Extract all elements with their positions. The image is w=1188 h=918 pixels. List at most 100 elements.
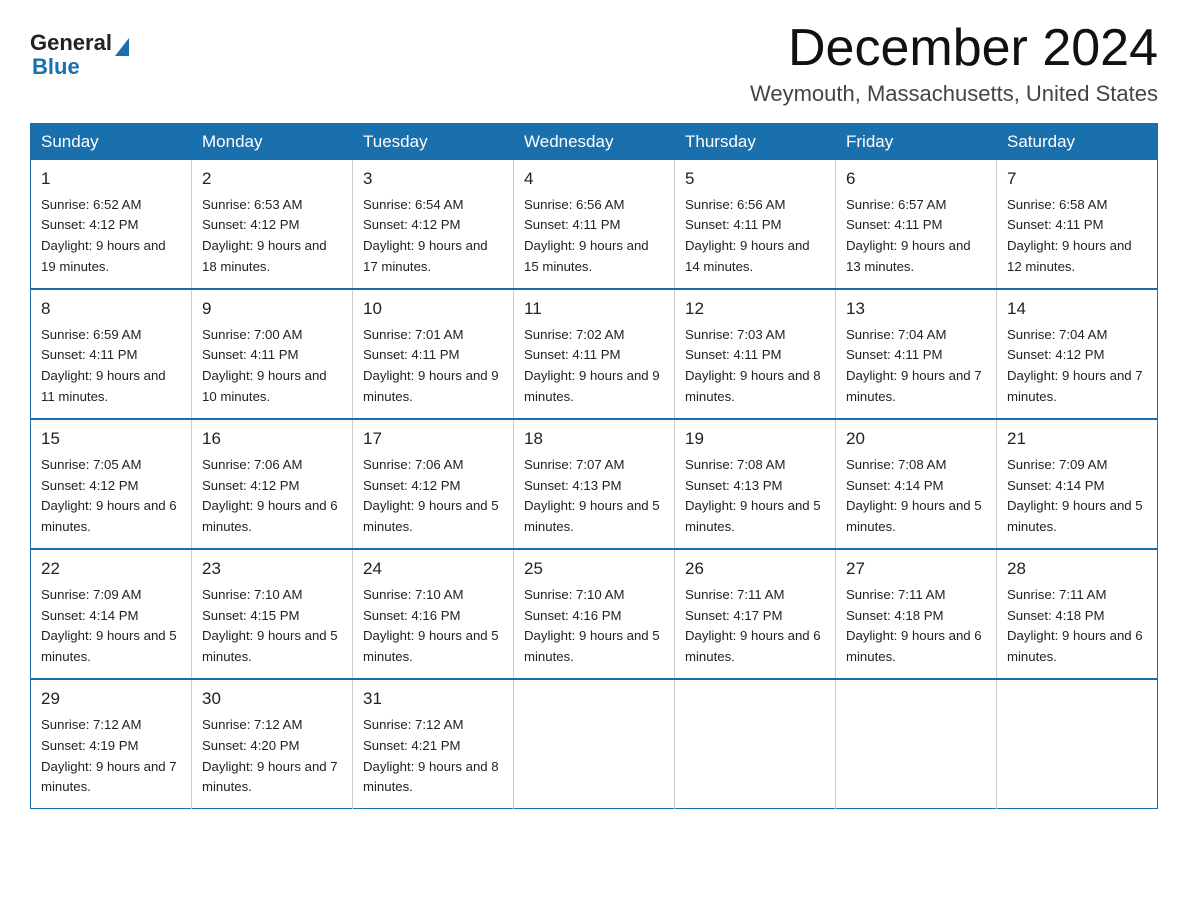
calendar-day-cell: 20 Sunrise: 7:08 AMSunset: 4:14 PMDayligh… [836,419,997,549]
day-info: Sunrise: 7:11 AMSunset: 4:17 PMDaylight:… [685,587,821,665]
calendar-day-cell: 9 Sunrise: 7:00 AMSunset: 4:11 PMDaylight… [192,289,353,419]
calendar-day-cell: 12 Sunrise: 7:03 AMSunset: 4:11 PMDayligh… [675,289,836,419]
day-info: Sunrise: 7:10 AMSunset: 4:15 PMDaylight:… [202,587,338,665]
day-number: 12 [685,296,825,322]
calendar-day-cell [836,679,997,809]
day-number: 25 [524,556,664,582]
day-number: 10 [363,296,503,322]
day-number: 24 [363,556,503,582]
calendar-header-sunday: Sunday [31,124,192,161]
calendar-day-cell [997,679,1158,809]
calendar-week-row: 22Sunrise: 7:09 AMSunset: 4:14 PMDayligh… [31,549,1158,679]
day-info: Sunrise: 7:04 AMSunset: 4:12 PMDaylight:… [1007,327,1143,405]
calendar-day-cell: 19 Sunrise: 7:08 AMSunset: 4:13 PMDayligh… [675,419,836,549]
day-info: Sunrise: 7:07 AMSunset: 4:13 PMDaylight:… [524,457,660,535]
calendar-day-cell: 18 Sunrise: 7:07 AMSunset: 4:13 PMDayligh… [514,419,675,549]
day-info: Sunrise: 6:54 AMSunset: 4:12 PMDaylight:… [363,197,488,275]
calendar-day-cell: 11 Sunrise: 7:02 AMSunset: 4:11 PMDayligh… [514,289,675,419]
logo-triangle-icon [115,38,129,56]
day-number: 11 [524,296,664,322]
main-title: December 2024 [750,20,1158,77]
day-info: Sunrise: 7:00 AMSunset: 4:11 PMDaylight:… [202,327,327,405]
calendar-header-tuesday: Tuesday [353,124,514,161]
day-number: 20 [846,426,986,452]
calendar-day-cell: 3 Sunrise: 6:54 AMSunset: 4:12 PMDaylight… [353,160,514,289]
calendar-day-cell: 22Sunrise: 7:09 AMSunset: 4:14 PMDayligh… [31,549,192,679]
day-number: 7 [1007,166,1147,192]
day-number: 31 [363,686,503,712]
day-info: Sunrise: 7:06 AMSunset: 4:12 PMDaylight:… [202,457,338,535]
calendar-day-cell: 25 Sunrise: 7:10 AMSunset: 4:16 PMDayligh… [514,549,675,679]
day-info: Sunrise: 6:56 AMSunset: 4:11 PMDaylight:… [685,197,810,275]
day-info: Sunrise: 7:09 AMSunset: 4:14 PMDaylight:… [1007,457,1143,535]
calendar-day-cell: 30 Sunrise: 7:12 AMSunset: 4:20 PMDayligh… [192,679,353,809]
calendar-week-row: 1Sunrise: 6:52 AMSunset: 4:12 PMDaylight… [31,160,1158,289]
calendar-week-row: 29Sunrise: 7:12 AMSunset: 4:19 PMDayligh… [31,679,1158,809]
day-info: Sunrise: 6:57 AMSunset: 4:11 PMDaylight:… [846,197,971,275]
day-number: 30 [202,686,342,712]
day-number: 22 [41,556,181,582]
day-number: 9 [202,296,342,322]
calendar-header-thursday: Thursday [675,124,836,161]
day-info: Sunrise: 7:02 AMSunset: 4:11 PMDaylight:… [524,327,660,405]
calendar-day-cell: 29Sunrise: 7:12 AMSunset: 4:19 PMDayligh… [31,679,192,809]
day-info: Sunrise: 7:05 AMSunset: 4:12 PMDaylight:… [41,457,177,535]
subtitle: Weymouth, Massachusetts, United States [750,81,1158,107]
day-number: 2 [202,166,342,192]
calendar-day-cell: 1Sunrise: 6:52 AMSunset: 4:12 PMDaylight… [31,160,192,289]
logo-general-text: General [30,30,112,56]
day-info: Sunrise: 7:11 AMSunset: 4:18 PMDaylight:… [846,587,982,665]
calendar-day-cell: 5 Sunrise: 6:56 AMSunset: 4:11 PMDaylight… [675,160,836,289]
calendar-day-cell: 26Sunrise: 7:11 AMSunset: 4:17 PMDayligh… [675,549,836,679]
day-info: Sunrise: 7:08 AMSunset: 4:13 PMDaylight:… [685,457,821,535]
calendar-day-cell: 27 Sunrise: 7:11 AMSunset: 4:18 PMDayligh… [836,549,997,679]
calendar-day-cell: 13 Sunrise: 7:04 AMSunset: 4:11 PMDayligh… [836,289,997,419]
day-info: Sunrise: 7:01 AMSunset: 4:11 PMDaylight:… [363,327,499,405]
calendar-day-cell: 16 Sunrise: 7:06 AMSunset: 4:12 PMDayligh… [192,419,353,549]
calendar-header-saturday: Saturday [997,124,1158,161]
day-info: Sunrise: 7:03 AMSunset: 4:11 PMDaylight:… [685,327,821,405]
day-info: Sunrise: 7:10 AMSunset: 4:16 PMDaylight:… [524,587,660,665]
day-number: 23 [202,556,342,582]
calendar-day-cell: 2Sunrise: 6:53 AMSunset: 4:12 PMDaylight… [192,160,353,289]
calendar-header-friday: Friday [836,124,997,161]
day-number: 8 [41,296,181,322]
day-number: 4 [524,166,664,192]
day-number: 28 [1007,556,1147,582]
calendar-day-cell [675,679,836,809]
day-number: 17 [363,426,503,452]
day-number: 15 [41,426,181,452]
calendar-day-cell: 23 Sunrise: 7:10 AMSunset: 4:15 PMDayligh… [192,549,353,679]
day-number: 16 [202,426,342,452]
day-info: Sunrise: 7:10 AMSunset: 4:16 PMDaylight:… [363,587,499,665]
calendar-table: SundayMondayTuesdayWednesdayThursdayFrid… [30,123,1158,809]
day-number: 18 [524,426,664,452]
logo-blue-text: Blue [32,54,80,80]
day-info: Sunrise: 7:06 AMSunset: 4:12 PMDaylight:… [363,457,499,535]
day-info: Sunrise: 6:56 AMSunset: 4:11 PMDaylight:… [524,197,649,275]
day-info: Sunrise: 6:58 AMSunset: 4:11 PMDaylight:… [1007,197,1132,275]
calendar-day-cell: 28Sunrise: 7:11 AMSunset: 4:18 PMDayligh… [997,549,1158,679]
calendar-day-cell [514,679,675,809]
calendar-header-row: SundayMondayTuesdayWednesdayThursdayFrid… [31,124,1158,161]
calendar-header-wednesday: Wednesday [514,124,675,161]
calendar-day-cell: 8Sunrise: 6:59 AMSunset: 4:11 PMDaylight… [31,289,192,419]
day-number: 1 [41,166,181,192]
day-number: 5 [685,166,825,192]
logo: General Blue [30,30,129,80]
day-number: 27 [846,556,986,582]
calendar-day-cell: 21Sunrise: 7:09 AMSunset: 4:14 PMDayligh… [997,419,1158,549]
calendar-day-cell: 4 Sunrise: 6:56 AMSunset: 4:11 PMDaylight… [514,160,675,289]
calendar-day-cell: 31Sunrise: 7:12 AMSunset: 4:21 PMDayligh… [353,679,514,809]
day-number: 3 [363,166,503,192]
day-number: 13 [846,296,986,322]
day-info: Sunrise: 7:12 AMSunset: 4:20 PMDaylight:… [202,717,338,795]
calendar-day-cell: 6 Sunrise: 6:57 AMSunset: 4:11 PMDaylight… [836,160,997,289]
day-number: 19 [685,426,825,452]
day-info: Sunrise: 7:04 AMSunset: 4:11 PMDaylight:… [846,327,982,405]
day-number: 6 [846,166,986,192]
calendar-day-cell: 17 Sunrise: 7:06 AMSunset: 4:12 PMDayligh… [353,419,514,549]
day-info: Sunrise: 7:08 AMSunset: 4:14 PMDaylight:… [846,457,982,535]
day-info: Sunrise: 7:12 AMSunset: 4:19 PMDaylight:… [41,717,177,795]
page-header: General Blue December 2024 Weymouth, Mas… [30,20,1158,107]
